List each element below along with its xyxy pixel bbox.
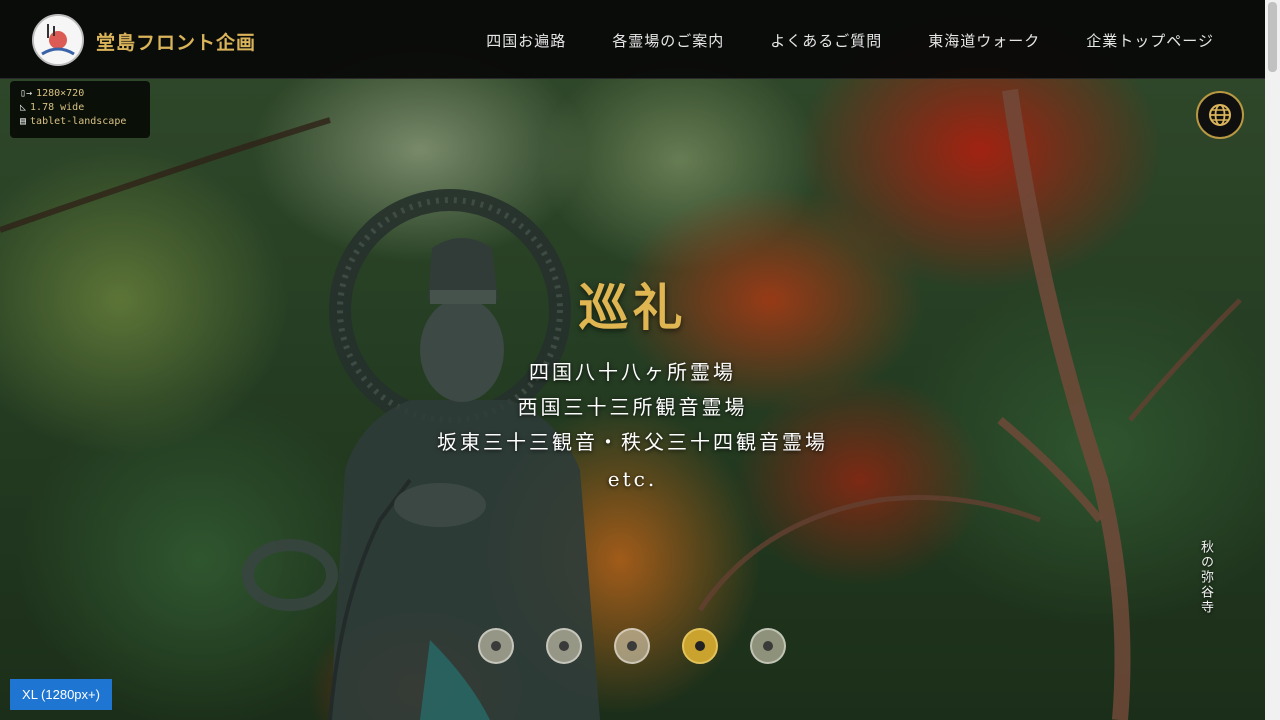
slider-dot-3[interactable] (614, 628, 650, 664)
device-resolution: 1280×720 (36, 88, 85, 99)
page-scrollbar[interactable] (1265, 0, 1280, 720)
slider-dot-2[interactable] (546, 628, 582, 664)
hero-title: 巡礼 (578, 278, 687, 337)
device-info-panel: ▯→ 1280×720 ◺ 1.78 wide ▤ tablet-landscape (10, 81, 150, 138)
hero-line: 坂東三十三観音・秩父三十四観音霊場 (437, 430, 828, 454)
clipboard-icon: ▤ (20, 116, 27, 127)
slider-pagination (478, 628, 786, 664)
nav-shikoku-ohenro[interactable]: 四国お遍路 (486, 30, 566, 51)
nav-reijo-guide[interactable]: 各霊場のご案内 (612, 30, 724, 51)
slider-dot-4[interactable] (682, 628, 718, 664)
language-button[interactable] (1196, 91, 1244, 139)
nav-faq[interactable]: よくあるご質問 (770, 30, 882, 51)
slider-dot-1[interactable] (478, 628, 514, 664)
hero-line: 四国八十八ヶ所霊場 (529, 360, 736, 384)
ruler-icon: ◺ (20, 102, 27, 113)
nav-corporate-top[interactable]: 企業トップページ (1086, 30, 1214, 51)
site-logo[interactable] (32, 14, 84, 66)
brand-name[interactable]: 堂島フロント企画 (96, 28, 256, 55)
hero-line: 西国三十三所観音霊場 (517, 395, 748, 419)
globe-icon (1209, 104, 1231, 126)
site-header: 堂島フロント企画 四国お遍路 各霊場のご案内 よくあるご質問 東海道ウォーク 企… (0, 0, 1265, 79)
hero-line: etc. (607, 467, 658, 491)
breakpoint-badge: XL (1280px+) (10, 679, 112, 710)
page: 堂島フロント企画 四国お遍路 各霊場のご案内 よくあるご質問 東海道ウォーク 企… (0, 0, 1280, 720)
hero-subtitle-list: 四国八十八ヶ所霊場 西国三十三所観音霊場 坂東三十三観音・秩父三十四観音霊場 e… (0, 355, 1265, 497)
main-nav: 四国お遍路 各霊場のご案内 よくあるご質問 東海道ウォーク 企業トップページ (440, 30, 1214, 51)
device-aspect: 1.78 wide (30, 102, 85, 113)
device-mode: tablet-landscape (30, 116, 127, 127)
nav-tokaido-walk[interactable]: 東海道ウォーク (928, 30, 1040, 51)
photo-caption: 秋の弥谷寺 (1198, 540, 1213, 615)
slider-dot-5[interactable] (750, 628, 786, 664)
device-icon: ▯→ (20, 88, 33, 99)
scrollbar-thumb[interactable] (1268, 2, 1277, 72)
